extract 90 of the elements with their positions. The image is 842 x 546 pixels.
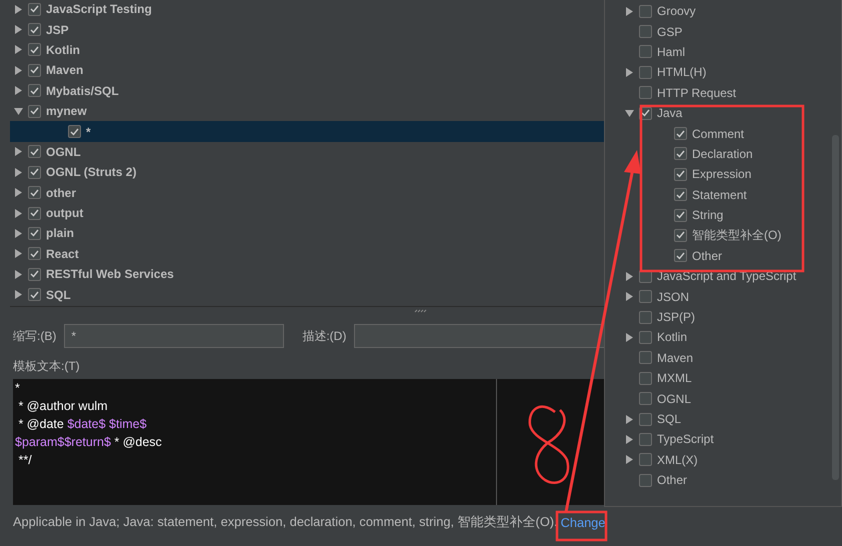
expand-arrow-icon[interactable] — [14, 106, 23, 116]
tree-row[interactable]: Groovy — [605, 1, 841, 22]
checkbox[interactable] — [639, 453, 652, 466]
expand-arrow-icon[interactable] — [625, 292, 634, 302]
expand-arrow-icon[interactable] — [14, 228, 23, 238]
tree-row[interactable]: JSP(P) — [605, 306, 841, 328]
expand-arrow-icon[interactable] — [14, 45, 23, 54]
annotation-highlight-frame — [556, 510, 608, 542]
expand-arrow-icon[interactable] — [14, 4, 23, 14]
checkbox[interactable] — [639, 432, 652, 446]
checkbox[interactable] — [28, 186, 41, 200]
code-line: * @author wulm — [17, 398, 109, 415]
tree-row[interactable]: String — [605, 204, 841, 226]
tree-row[interactable]: Maven — [605, 348, 841, 368]
checkbox[interactable] — [28, 23, 41, 36]
checkbox[interactable] — [28, 268, 41, 281]
checkbox[interactable] — [639, 310, 652, 324]
expand-arrow-icon[interactable] — [625, 414, 634, 424]
expand-arrow-icon[interactable] — [14, 270, 23, 279]
checkbox[interactable] — [28, 64, 41, 77]
checkbox[interactable] — [639, 474, 652, 487]
expand-arrow-icon[interactable] — [625, 108, 634, 118]
checkbox[interactable] — [674, 147, 687, 160]
tree-row[interactable]: HTTP Request — [605, 82, 841, 103]
tree-row[interactable]: 智能类型补全(O) — [605, 225, 841, 246]
checkbox[interactable] — [674, 249, 687, 262]
tree-row[interactable]: HTML(H) — [605, 62, 841, 83]
checkbox[interactable] — [639, 392, 652, 406]
expand-arrow-icon[interactable] — [14, 290, 23, 300]
expand-arrow-icon[interactable] — [14, 188, 23, 198]
checkbox[interactable] — [639, 25, 652, 38]
code-line: * — [15, 380, 21, 397]
expand-arrow-icon[interactable] — [625, 455, 634, 464]
checkbox[interactable] — [674, 127, 687, 140]
tree-row[interactable]: JavaScript and TypeScript — [605, 266, 841, 286]
checkbox[interactable] — [674, 208, 687, 222]
template-text-label: 模板文本:(T) — [13, 359, 80, 373]
checkbox[interactable] — [639, 351, 652, 364]
checkbox[interactable] — [28, 206, 41, 220]
expand-arrow-icon[interactable] — [14, 25, 23, 34]
checkbox[interactable] — [674, 188, 687, 202]
expand-arrow-icon[interactable] — [14, 168, 23, 177]
abbreviation-label: 缩写:(B) — [13, 328, 56, 344]
expand-arrow-icon[interactable] — [625, 434, 634, 444]
tree-row[interactable]: Haml — [605, 42, 841, 62]
abbreviation-field[interactable]: * — [64, 324, 284, 348]
checkbox[interactable] — [639, 45, 652, 58]
checkbox[interactable] — [28, 104, 41, 118]
change-link[interactable]: Change — [560, 515, 606, 530]
tree-row[interactable]: Comment — [605, 123, 841, 144]
tree-row[interactable]: Kotlin — [605, 327, 841, 348]
checkbox[interactable] — [28, 247, 41, 260]
expand-arrow-icon[interactable] — [14, 208, 23, 218]
checkbox[interactable] — [639, 290, 652, 304]
checkbox[interactable] — [639, 86, 652, 100]
checkbox[interactable] — [28, 145, 41, 158]
checkbox[interactable] — [68, 125, 81, 138]
checkbox[interactable] — [674, 228, 687, 242]
expand-arrow-icon[interactable] — [625, 272, 634, 281]
tree-row[interactable]: GSP — [605, 21, 841, 42]
checkbox[interactable] — [674, 168, 687, 181]
expand-arrow-icon[interactable] — [625, 332, 634, 342]
checkbox[interactable] — [28, 288, 41, 302]
checkbox[interactable] — [28, 166, 41, 179]
expand-arrow-icon[interactable] — [14, 249, 23, 258]
checkbox[interactable] — [28, 84, 41, 98]
code-line: * @date $date$ $time$ — [17, 416, 148, 433]
checkbox[interactable] — [639, 4, 652, 18]
code-line: **/ — [17, 452, 33, 469]
checkbox[interactable] — [639, 330, 652, 344]
tree-row[interactable]: Java — [605, 102, 841, 124]
expand-arrow-icon[interactable] — [14, 66, 23, 75]
tree-row[interactable]: Other — [605, 246, 841, 266]
checkbox[interactable] — [639, 412, 652, 426]
splitter-grip-icon[interactable] — [414, 309, 428, 313]
tree-row[interactable]: JSON — [605, 286, 841, 307]
code-line: $param$$return$ * @desc — [15, 434, 163, 451]
expand-arrow-icon[interactable] — [625, 6, 634, 16]
expand-arrow-icon[interactable] — [14, 86, 23, 96]
tree-row[interactable]: Declaration — [605, 144, 841, 164]
tree-row[interactable]: Expression — [605, 164, 841, 185]
checkbox[interactable] — [639, 66, 652, 79]
description-label: 描述:(D) — [302, 328, 346, 344]
tree-row[interactable]: Statement — [605, 184, 841, 205]
checkbox[interactable] — [28, 226, 41, 240]
checkbox[interactable] — [28, 2, 41, 16]
checkbox[interactable] — [639, 372, 652, 385]
checkbox[interactable] — [28, 43, 41, 56]
expand-arrow-icon[interactable] — [625, 68, 634, 77]
expand-arrow-icon[interactable] — [14, 147, 23, 156]
